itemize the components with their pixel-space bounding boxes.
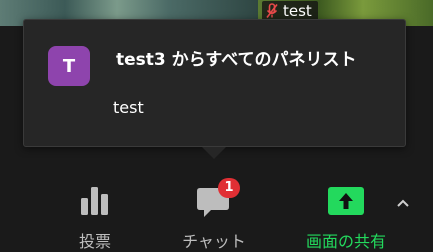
mic-muted-icon xyxy=(266,3,278,18)
popup-pointer xyxy=(202,147,226,159)
share-screen-button[interactable]: 画面の共有 xyxy=(296,170,396,252)
chevron-up-icon[interactable] xyxy=(396,198,410,208)
poll-button[interactable]: 投票 xyxy=(65,170,125,252)
notification-message: test xyxy=(113,98,144,117)
share-screen-label: 画面の共有 xyxy=(305,232,386,251)
chat-button[interactable]: 1 チャット xyxy=(178,170,250,252)
zoom-webinar-window: test T test3 からすべてのパネリスト test 投票 1 チャット xyxy=(0,0,433,252)
chat-badge-count: 1 xyxy=(224,180,234,195)
notification-title: test3 からすべてのパネリスト xyxy=(116,50,357,70)
poll-label: 投票 xyxy=(78,232,111,251)
chat-label: チャット xyxy=(182,232,246,251)
avatar: T xyxy=(48,46,90,86)
chat-notification-popup[interactable]: T test3 からすべてのパネリスト test xyxy=(23,19,406,159)
meeting-toolbar: 投票 1 チャット 画面の共有 xyxy=(0,170,433,252)
participant-name: test xyxy=(283,2,312,20)
chat-badge: 1 xyxy=(218,178,240,198)
share-screen-icon xyxy=(328,187,364,215)
poll-icon xyxy=(81,187,108,215)
participant-label: test xyxy=(262,1,318,21)
